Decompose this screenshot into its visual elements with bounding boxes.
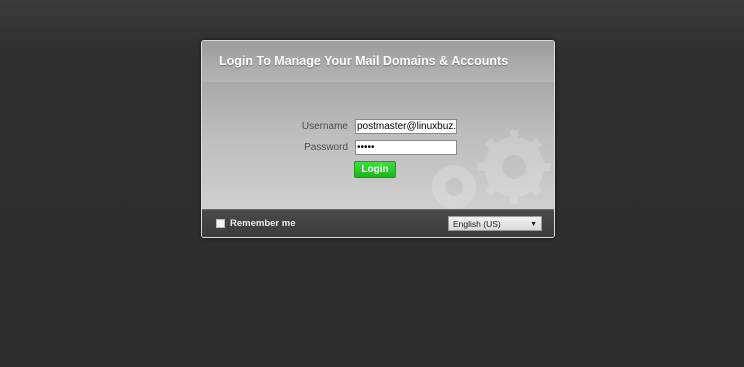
dropdown-arrow-icon: ▼ (530, 221, 537, 228)
username-input[interactable]: postmaster@linuxbuz.c (355, 119, 457, 134)
password-label: Password (304, 142, 348, 153)
login-button[interactable]: Login (354, 161, 396, 178)
language-select[interactable]: English (US) ▼ (448, 216, 542, 231)
password-input[interactable]: ••••• (355, 140, 457, 155)
panel-header: Login To Manage Your Mail Domains & Acco… (202, 41, 554, 82)
panel-title: Login To Manage Your Mail Domains & Acco… (219, 54, 509, 68)
remember-me-checkbox[interactable] (216, 219, 225, 228)
language-select-value: English (US) (453, 219, 501, 229)
login-panel: Login To Manage Your Mail Domains & Acco… (201, 40, 555, 238)
panel-footer: Remember me English (US) ▼ (202, 209, 554, 237)
username-label: Username (301, 121, 348, 132)
login-form: Username postmaster@linuxbuz.c Password … (202, 82, 554, 209)
remember-me-label[interactable]: Remember me (230, 218, 295, 229)
